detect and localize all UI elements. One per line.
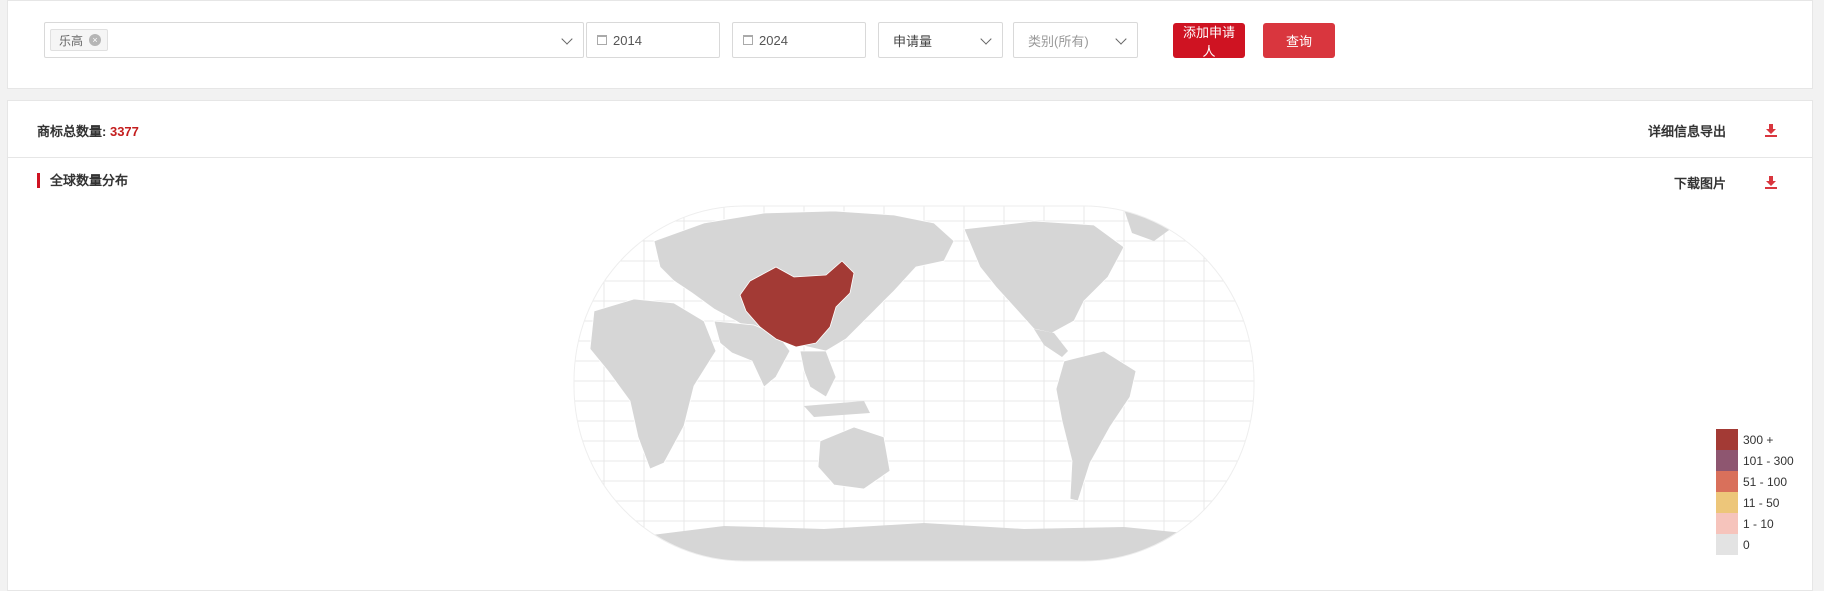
end-year-value: 2024 [759,32,788,48]
chevron-down-icon [980,33,992,45]
legend-item[interactable]: 0 [1716,534,1806,555]
legend-item[interactable]: 101 - 300 [1716,450,1806,471]
map-legend: 300 + 101 - 300 51 - 100 11 - 50 1 - 10 … [1716,429,1806,555]
legend-label: 300 + [1743,432,1774,447]
query-button[interactable]: 查询 [1263,23,1335,58]
legend-swatch [1716,450,1738,471]
applicant-tag-label: 乐高 [59,33,84,48]
applicant-select[interactable]: 乐高 × [44,22,584,58]
legend-item[interactable]: 11 - 50 [1716,492,1806,513]
result-panel: 商标总数量: 3377 详细信息导出 全球数量分布 下载图片 300 + 101… [7,100,1813,591]
total-count-value: 3377 [109,124,139,139]
legend-label: 101 - 300 [1743,453,1794,468]
metric-select[interactable]: 申请量 [878,22,1003,58]
download-image-link[interactable]: 下载图片 [1674,173,1726,192]
total-label-text: 商标总数量: [37,124,107,139]
legend-swatch [1716,492,1738,513]
download-icon[interactable] [1764,175,1778,189]
tag-remove-icon[interactable]: × [89,34,102,46]
legend-swatch [1716,513,1738,534]
legend-swatch [1716,534,1738,555]
add-applicant-button[interactable]: 添加申请人 [1173,23,1245,59]
start-year-input[interactable]: 2014 [586,22,720,58]
antarctica-land [644,523,1204,561]
legend-item[interactable]: 1 - 10 [1716,513,1806,534]
calendar-icon [597,35,607,45]
category-select-placeholder: 类别(所有) [1028,33,1089,49]
chevron-down-icon [1115,33,1127,45]
metric-select-value: 申请量 [893,33,933,49]
export-details-link[interactable]: 详细信息导出 [1648,121,1726,140]
legend-label: 51 - 100 [1743,474,1788,489]
world-map[interactable] [564,201,1264,566]
chevron-down-icon[interactable] [561,33,573,45]
applicant-tag: 乐高 × [50,29,109,51]
section-title: 全球数量分布 [37,173,128,188]
total-count-label: 商标总数量: 3377 [37,121,139,140]
legend-item[interactable]: 51 - 100 [1716,471,1806,492]
start-year-value: 2014 [613,32,642,48]
legend-item[interactable]: 300 + [1716,429,1806,450]
end-year-input[interactable]: 2024 [732,22,866,58]
legend-swatch [1716,471,1738,492]
category-select[interactable]: 类别(所有) [1013,22,1138,58]
calendar-icon [743,35,753,45]
legend-label: 1 - 10 [1743,516,1774,531]
legend-swatch [1716,429,1738,450]
legend-label: 11 - 50 [1743,495,1780,510]
filter-panel: 乐高 × 2014 2024 申请量 类别(所有) 添加申请人 查询 [7,0,1813,89]
result-header: 商标总数量: 3377 详细信息导出 [8,101,1812,158]
legend-label: 0 [1743,537,1750,552]
download-icon[interactable] [1764,123,1778,137]
